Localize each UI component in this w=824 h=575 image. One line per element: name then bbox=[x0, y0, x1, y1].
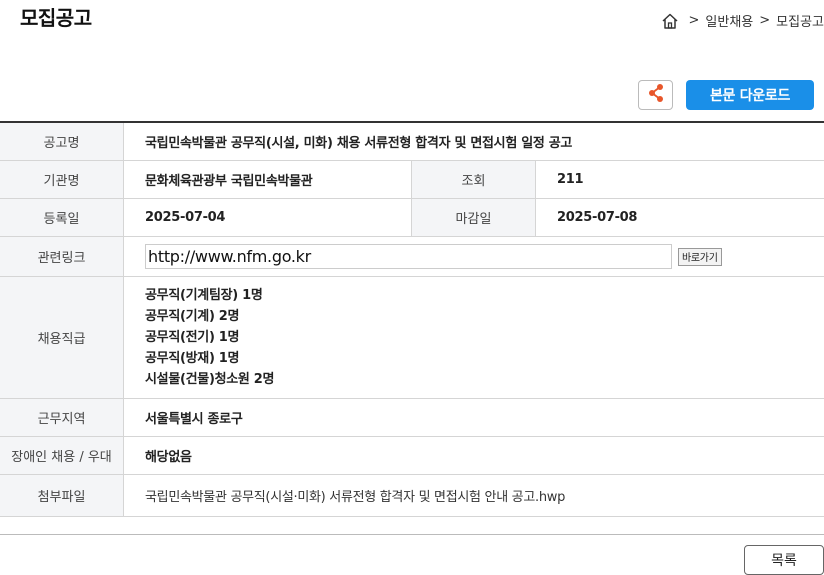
divider bbox=[0, 534, 824, 535]
reg-date-label: 등록일 bbox=[0, 199, 124, 236]
positions-list: 공무직(기계팀장) 1명 공무직(기계) 2명 공무직(전기) 1명 공무직(방… bbox=[124, 277, 824, 398]
title-value: 국립민속박물관 공무직(시설, 미화) 채용 서류전형 합격자 및 면접시험 일… bbox=[145, 136, 573, 151]
share-button[interactable] bbox=[638, 80, 673, 110]
table-row: 채용직급 공무직(기계팀장) 1명 공무직(기계) 2명 공무직(전기) 1명 … bbox=[0, 277, 824, 399]
deadline-label: 마감일 bbox=[412, 199, 536, 236]
title-label: 공고명 bbox=[0, 123, 124, 160]
table-row: 첨부파일 국립민속박물관 공무직(시설·미화) 서류전형 합격자 및 면접시험 … bbox=[0, 475, 824, 517]
table-row: 근무지역 서울특별시 종로구 bbox=[0, 399, 824, 437]
table-row: 장애인 채용 / 우대 해당없음 bbox=[0, 437, 824, 475]
table-row: 관련링크 http://www.nfm.go.kr 바로가기 bbox=[0, 237, 824, 277]
table-row: 등록일 2025-07-04 마감일 2025-07-08 bbox=[0, 199, 824, 237]
org-value: 문화체육관광부 국립민속박물관 bbox=[124, 161, 412, 198]
link-label: 관련링크 bbox=[0, 237, 124, 276]
attachment-file-link[interactable]: 국립민속박물관 공무직(시설·미화) 서류전형 합격자 및 면접시험 안내 공고… bbox=[124, 475, 824, 516]
go-link-button[interactable]: 바로가기 bbox=[678, 247, 722, 266]
breadcrumb-item-general-hiring[interactable]: 일반채용 bbox=[705, 11, 753, 30]
breadcrumb-item-recruitment[interactable]: 모집공고 bbox=[776, 11, 824, 30]
location-label: 근무지역 bbox=[0, 399, 124, 436]
positions-label: 채용직급 bbox=[0, 277, 124, 398]
org-label: 기관명 bbox=[0, 161, 124, 198]
list-item: 공무직(전기) 1명 bbox=[145, 329, 240, 345]
page-title: 모집공고 bbox=[20, 6, 92, 30]
list-item: 공무직(기계) 2명 bbox=[145, 308, 240, 324]
breadcrumb-separator: > bbox=[759, 13, 771, 28]
views-value: 211 bbox=[557, 172, 584, 187]
breadcrumb: > 일반채용 > 모집공고 bbox=[661, 11, 824, 30]
views-label: 조회 bbox=[412, 161, 536, 198]
list-button[interactable]: 목록 bbox=[744, 545, 824, 575]
related-link-field[interactable]: http://www.nfm.go.kr bbox=[145, 244, 672, 269]
list-item: 시설물(건물)청소원 2명 bbox=[145, 371, 275, 387]
disability-label: 장애인 채용 / 우대 bbox=[0, 437, 124, 474]
breadcrumb-separator: > bbox=[688, 13, 700, 28]
home-icon[interactable] bbox=[661, 12, 679, 30]
table-row: 공고명 국립민속박물관 공무직(시설, 미화) 채용 서류전형 합격자 및 면접… bbox=[0, 123, 824, 161]
share-icon bbox=[647, 83, 665, 107]
disability-value: 해당없음 bbox=[145, 450, 192, 465]
deadline-value: 2025-07-08 bbox=[557, 210, 638, 225]
location-value: 서울특별시 종로구 bbox=[145, 412, 243, 427]
link-cell: http://www.nfm.go.kr 바로가기 bbox=[124, 237, 824, 276]
list-item: 공무직(기계팀장) 1명 bbox=[145, 287, 263, 303]
attachment-label: 첨부파일 bbox=[0, 475, 124, 516]
notice-info-table: 공고명 국립민속박물관 공무직(시설, 미화) 채용 서류전형 합격자 및 면접… bbox=[0, 121, 824, 517]
table-row: 기관명 문화체육관광부 국립민속박물관 조회 211 bbox=[0, 161, 824, 199]
list-item: 공무직(방재) 1명 bbox=[145, 350, 240, 366]
reg-date-value: 2025-07-04 bbox=[124, 199, 412, 236]
download-body-button[interactable]: 본문 다운로드 bbox=[686, 80, 814, 110]
